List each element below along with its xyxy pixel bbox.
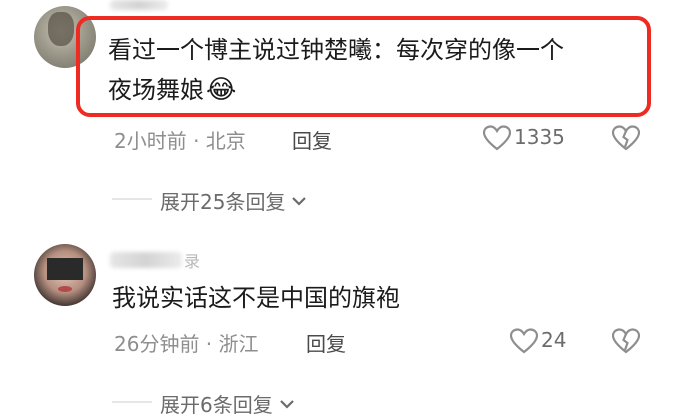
avatar-redaction — [47, 258, 83, 280]
laughing-crying-emoji-icon: 😂 — [206, 75, 237, 105]
divider — [112, 198, 152, 200]
avatar[interactable] — [34, 244, 96, 306]
heart-outline-icon[interactable] — [510, 328, 538, 354]
reply-button[interactable]: 回复 — [292, 125, 332, 154]
expand-replies-label: 展开25条回复 — [160, 190, 286, 214]
broken-heart-outline-icon[interactable] — [612, 125, 640, 151]
comment-text-line1: 看过一个博主说过钟楚曦：每次穿的像一个 — [108, 36, 564, 64]
like-count: 1335 — [514, 125, 565, 149]
username-redacted[interactable] — [110, 252, 182, 268]
comment-text-line2: 夜场舞娘 😂 — [108, 70, 236, 110]
username-redacted[interactable] — [110, 0, 168, 10]
expand-replies-button[interactable]: 展开25条回复 — [160, 186, 307, 215]
chevron-down-icon — [279, 398, 295, 410]
expand-replies-label: 展开6条回复 — [160, 393, 273, 417]
broken-heart-outline-icon[interactable] — [612, 328, 640, 354]
comment-text-line2-text: 夜场舞娘 — [108, 76, 204, 104]
chevron-down-icon — [291, 195, 307, 207]
avatar-detail — [58, 286, 72, 292]
username-visible-char: 录 — [184, 252, 201, 271]
reply-button[interactable]: 回复 — [306, 328, 346, 357]
expand-replies-button[interactable]: 展开6条回复 — [160, 389, 295, 418]
divider — [112, 401, 152, 403]
comment-time-location: 26分钟前 · 浙江 — [114, 332, 259, 356]
comment-text: 我说实话这不是中国的旗袍 — [112, 284, 400, 312]
comment-time-location: 2小时前 · 北京 — [114, 129, 246, 153]
heart-outline-icon[interactable] — [483, 125, 511, 151]
like-count: 24 — [541, 328, 567, 352]
